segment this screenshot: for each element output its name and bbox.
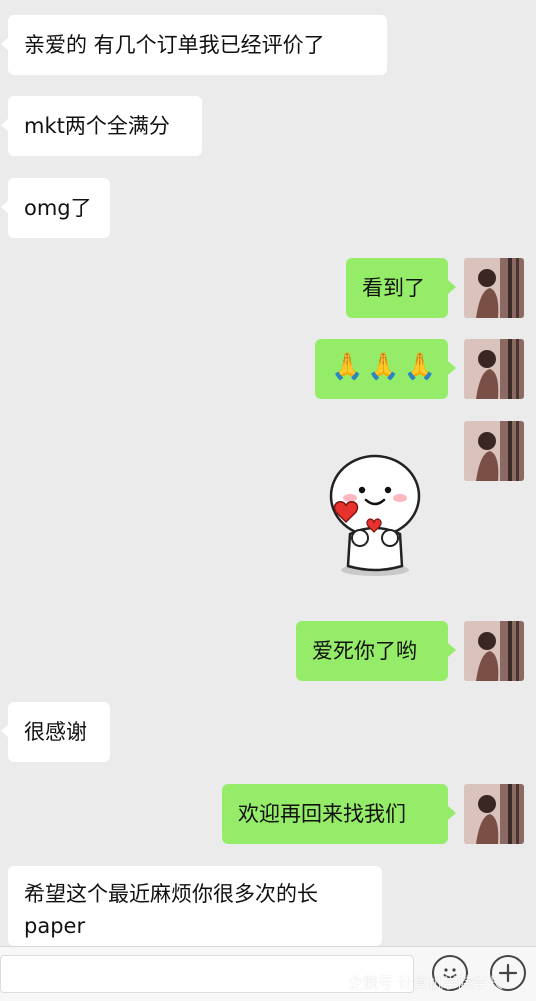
avatar-image xyxy=(464,621,524,681)
avatar[interactable] xyxy=(464,339,524,399)
outgoing-message[interactable]: 🙏🙏🙏 xyxy=(315,339,456,399)
avatar[interactable] xyxy=(464,421,524,481)
incoming-message[interactable]: omg了 xyxy=(1,178,110,238)
message-text: mkt两个全满分 xyxy=(24,114,170,138)
message-text: 爱死你了哟 xyxy=(312,639,417,663)
heart-sticker-icon xyxy=(329,454,421,576)
avatar[interactable] xyxy=(464,621,524,681)
outgoing-message[interactable]: 欢迎再回来找我们 xyxy=(222,784,456,844)
avatar-image xyxy=(464,784,524,844)
emoji-text: 🙏🙏🙏 xyxy=(331,352,441,382)
incoming-message[interactable]: mkt两个全满分 xyxy=(1,96,202,156)
avatar-image xyxy=(464,339,524,399)
avatar[interactable] xyxy=(464,258,524,318)
message-text: 看到了 xyxy=(362,276,425,300)
message-text: 很感谢 xyxy=(24,720,87,744)
message-text: omg了 xyxy=(24,196,92,220)
incoming-message[interactable]: 希望这个最近麻烦你很多次的长paper xyxy=(8,866,382,946)
sticker-message[interactable] xyxy=(320,446,430,586)
watermark-text: 企鹅号 计算机学院学长 xyxy=(348,974,503,992)
avatar[interactable] xyxy=(464,784,524,844)
outgoing-message[interactable]: 看到了 xyxy=(346,258,456,318)
message-text: 欢迎再回来找我们 xyxy=(238,802,406,826)
incoming-message[interactable]: 很感谢 xyxy=(1,702,110,762)
outgoing-message[interactable]: 爱死你了哟 xyxy=(296,621,456,681)
message-text: 亲爱的 有几个订单我已经评价了 xyxy=(24,33,325,57)
avatar-image xyxy=(464,258,524,318)
incoming-message[interactable]: 亲爱的 有几个订单我已经评价了 xyxy=(1,15,387,75)
message-text: 希望这个最近麻烦你很多次的长paper xyxy=(24,882,318,938)
avatar-image xyxy=(464,421,524,481)
